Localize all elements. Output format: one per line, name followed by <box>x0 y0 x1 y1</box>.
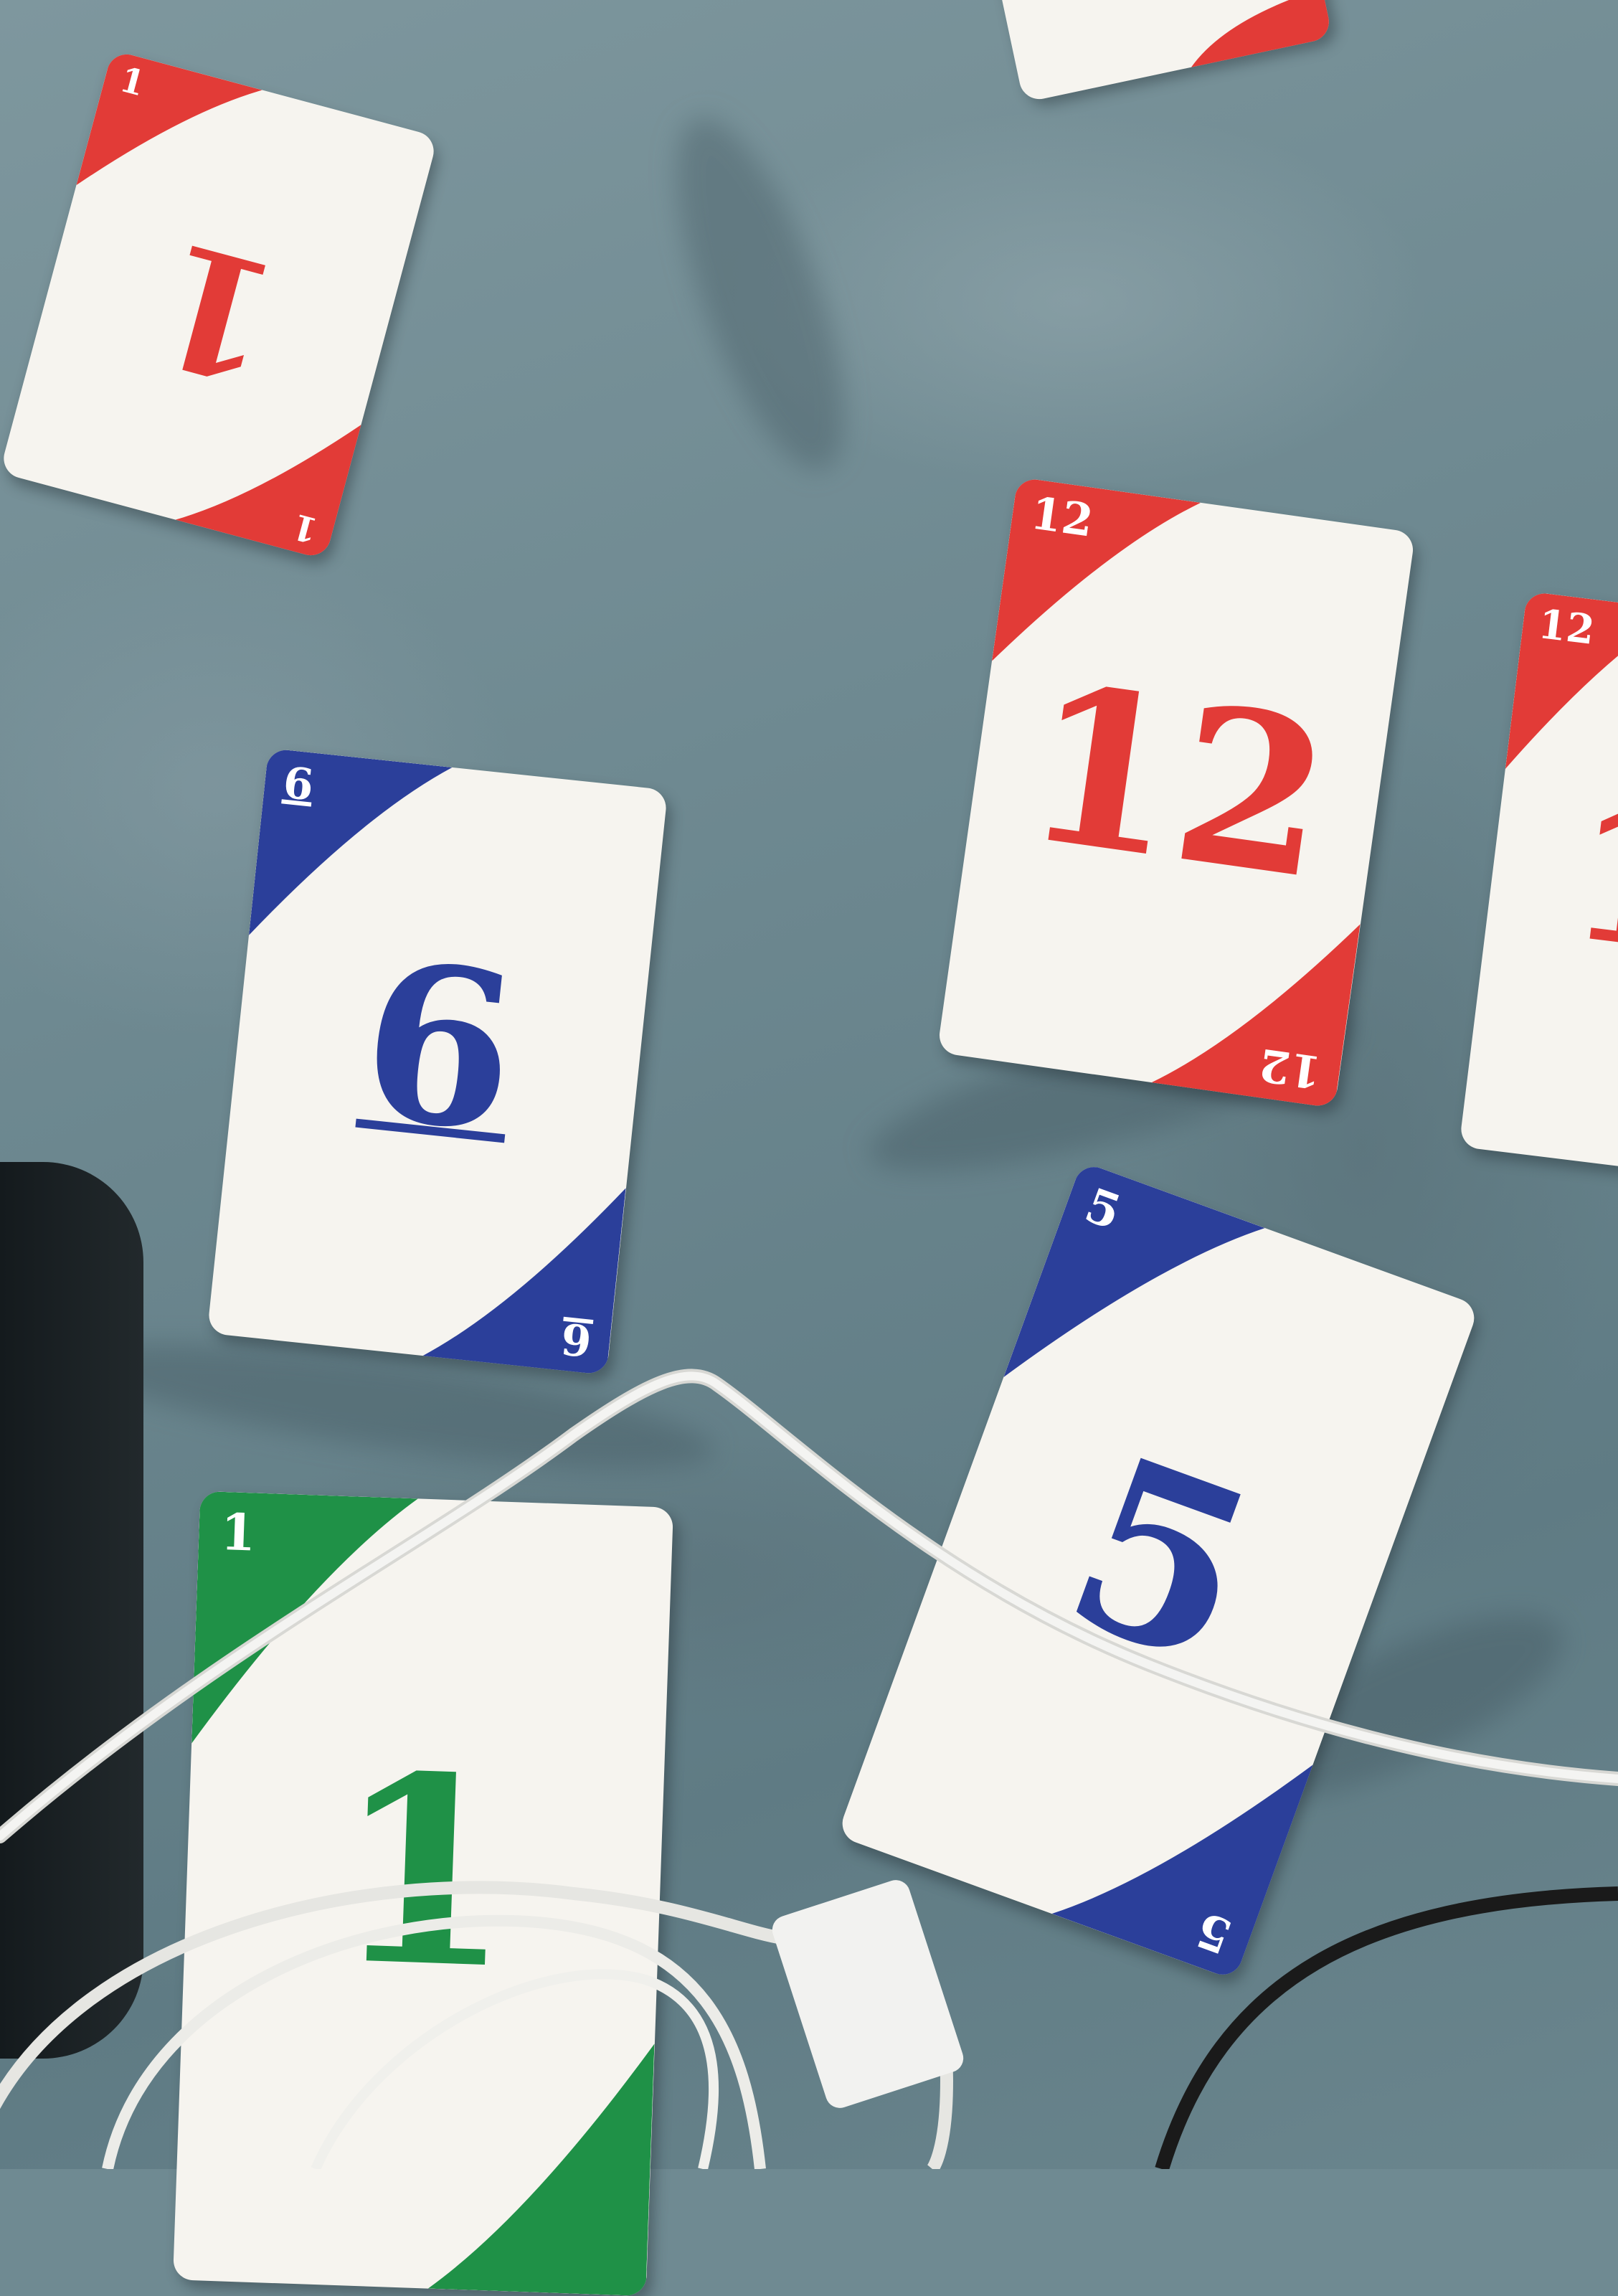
playing-card-red-12: 12 12 12 <box>937 476 1416 1109</box>
corner-number: 1 <box>219 1501 257 1563</box>
playing-card-blue-6: 6 6 6 <box>207 747 668 1376</box>
corner-number: 12 <box>1536 600 1597 654</box>
card-corner: 6 <box>422 1168 627 1376</box>
corner-number: 6 <box>559 1312 595 1366</box>
card-corner: 12 <box>1151 899 1361 1109</box>
card-number: 5 <box>1036 1402 1287 1720</box>
corner-number: 6 <box>280 757 316 811</box>
card-number: 1 <box>328 1716 519 2027</box>
card-number: 12 <box>1011 635 1344 928</box>
corner-shape <box>428 2044 655 2296</box>
card-number: 6 <box>351 913 527 1181</box>
corner-shape <box>1151 924 1361 1109</box>
corner-number: 12 <box>1256 1038 1325 1099</box>
card-corner <box>428 2036 655 2296</box>
playing-card-green-1: 1 1 <box>173 1490 673 2296</box>
card-corner: 1 <box>191 1490 418 1751</box>
corner-shape <box>422 1188 627 1376</box>
black-fabric <box>0 1162 143 2059</box>
card-number: 12 <box>1558 762 1618 1011</box>
corner-number: 12 <box>1028 486 1097 547</box>
